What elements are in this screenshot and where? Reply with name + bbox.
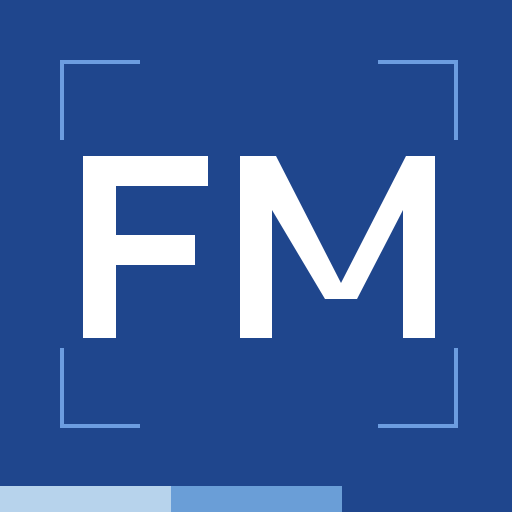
fm-monogram-glyph [83,156,435,338]
bottom-stripe-mid [171,486,342,512]
app-icon: FM [0,0,512,512]
bottom-stripe-dark [342,486,512,512]
fm-monogram: FM [83,148,443,348]
bottom-right-corner-bracket [378,348,458,428]
bottom-left-corner-bracket [60,348,140,428]
bottom-stripe-bar [0,486,512,512]
bottom-stripe-light [0,486,171,512]
letter-m-shape [240,156,435,338]
top-right-corner-bracket [378,60,458,140]
letter-f-shape [83,156,208,338]
top-left-corner-bracket [60,60,140,140]
